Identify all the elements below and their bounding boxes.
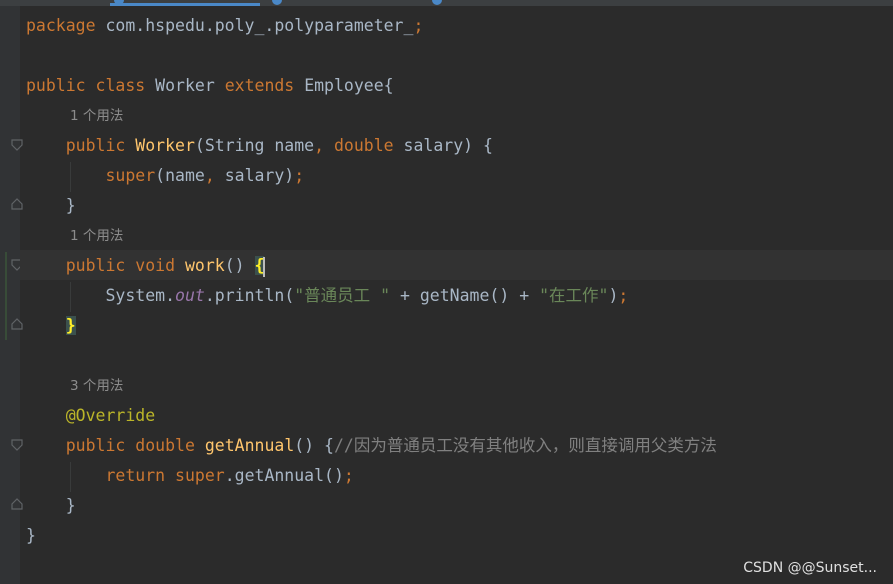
code-line-class-declaration[interactable]: public class Worker extends Employee{ [26, 71, 394, 101]
text-caret [263, 256, 266, 277]
csdn-watermark: CSDN @@Sunset... [743, 560, 877, 576]
semicolon: ; [618, 286, 629, 305]
close-brace: } [65, 196, 76, 215]
code-line-class-close-brace[interactable]: } [26, 521, 36, 551]
close-brace: } [65, 496, 76, 515]
keyword: extends [224, 76, 295, 95]
keyword: return [105, 466, 166, 485]
parentheses: () [224, 256, 255, 275]
annotation: @Override [65, 406, 156, 425]
close-brace: } [26, 526, 36, 545]
vcs-change-marker [5, 252, 7, 340]
code-line-close-brace[interactable]: } [26, 311, 76, 341]
package-name: com.hspedu.poly_.polyparameter_ [95, 16, 414, 35]
semicolon: ; [343, 466, 354, 485]
method-name: getAnnual [204, 436, 295, 455]
expression: + getName() + [390, 286, 540, 305]
comma: , [314, 136, 325, 155]
keyword: void [135, 256, 176, 275]
method-call: .println( [204, 286, 295, 305]
parentheses: () { [294, 436, 334, 455]
method-call: .getAnnual() [224, 466, 344, 485]
fold-end-icon[interactable] [11, 498, 23, 510]
code-line-work-method[interactable]: public void work() { [26, 251, 266, 281]
fold-end-icon[interactable] [11, 318, 23, 330]
tab-other[interactable] [430, 0, 580, 6]
method-name: Worker [135, 136, 195, 155]
keyword: public [26, 76, 86, 95]
code-line-constructor[interactable]: public Worker(String name, double salary… [26, 131, 493, 161]
comma: , [204, 166, 215, 185]
code-line-package[interactable]: package com.hspedu.poly_.polyparameter_; [26, 11, 423, 41]
keyword: super [105, 166, 156, 185]
class-reference: System. [105, 286, 176, 305]
keyword: super [175, 466, 225, 485]
keyword: class [95, 76, 146, 95]
keyword: public [65, 256, 126, 275]
code-line-close-brace[interactable]: } [26, 491, 76, 521]
code-line-annotation[interactable]: @Override [26, 401, 155, 431]
tab-worker[interactable] [110, 0, 260, 6]
class-icon [114, 0, 124, 5]
line-comment: //因为普通员工没有其他收入，则直接调用父类方法 [334, 436, 717, 455]
usage-hint[interactable]: 1 个用法 [70, 106, 123, 126]
code-line-close-brace[interactable]: } [26, 191, 76, 221]
argument: salary) [214, 166, 295, 185]
matched-close-brace: } [65, 316, 76, 335]
string-literal: "在工作" [539, 286, 609, 305]
editor-tab-bar [0, 0, 893, 6]
parameter: salary) { [393, 136, 493, 155]
code-line-getannual-method[interactable]: public double getAnnual() {//因为普通员工没有其他收… [26, 431, 717, 461]
class-name: Worker [155, 76, 215, 95]
semicolon: ; [413, 16, 424, 35]
semicolon: ; [294, 166, 305, 185]
code-line-super-call[interactable]: super(name, salary); [26, 161, 304, 191]
keyword: double [334, 136, 394, 155]
usage-hint[interactable]: 3 个用法 [70, 376, 123, 396]
string-literal: "普通员工 " [294, 286, 391, 305]
code-line-return[interactable]: return super.getAnnual(); [26, 461, 354, 491]
keyword: double [135, 436, 195, 455]
keyword: public [65, 136, 126, 155]
parent-class-name: Employee{ [304, 76, 394, 95]
static-field: out [175, 286, 205, 305]
argument: (name [155, 166, 205, 185]
keyword: public [65, 436, 126, 455]
parameter: (String name [194, 136, 315, 155]
fold-start-icon[interactable] [11, 139, 23, 151]
class-icon [272, 0, 282, 5]
tab-employee[interactable] [270, 0, 420, 6]
class-icon [432, 0, 442, 5]
keyword: package [26, 16, 96, 35]
code-line-println[interactable]: System.out.println("普通员工 " + getName() +… [26, 281, 628, 311]
fold-start-icon[interactable] [11, 439, 23, 451]
close-paren: ) [608, 286, 619, 305]
fold-end-icon[interactable] [11, 198, 23, 210]
method-name: work [184, 256, 225, 275]
usage-hint[interactable]: 1 个用法 [70, 226, 123, 246]
